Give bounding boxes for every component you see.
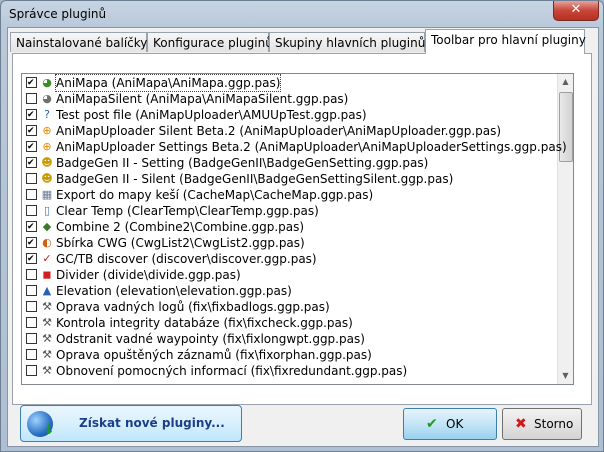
plugin-label: GC/TB discover (discover\discover.ggp.pa… xyxy=(56,252,317,266)
plugin-label: AniMapUploader Silent Beta.2 (AniMapUplo… xyxy=(56,124,502,138)
plugin-list-item[interactable]: ◕ AniMapaSilent (AniMapa\AniMapaSilent.gg… xyxy=(22,91,552,107)
plugin-label: Sbírka CWG (CwgList2\CwgList2.ggp.pas) xyxy=(56,236,305,250)
divider-icon: ◼ xyxy=(42,268,52,281)
elevation-icon: ▲ xyxy=(42,284,52,297)
plugin-checkbox[interactable] xyxy=(26,221,37,232)
plugin-list-item[interactable]: ☻ BadgeGen II - Silent (BadgeGenII\BadgeG… xyxy=(22,171,552,187)
badge-icon: ☻ xyxy=(41,156,53,169)
plugin-list-item[interactable]: ◼ Divider (divide\divide.ggp.pas) xyxy=(22,267,552,283)
plugin-list-item[interactable]: ⚒ Oprava opuštěných záznamů (fix\fixorpha… xyxy=(22,347,552,363)
plugin-label: AniMapa (AniMapa\AniMapa.ggp.pas) xyxy=(54,74,282,92)
download-arrow-icon: ↓ xyxy=(43,422,55,438)
plugin-label: Oprava opuštěných záznamů (fix\fixorphan… xyxy=(56,348,372,362)
tab-plugin-configuration[interactable]: Konfigurace pluginů xyxy=(147,32,273,52)
plugin-checkbox[interactable] xyxy=(26,333,37,344)
plugin-checkbox[interactable] xyxy=(26,317,37,328)
plugin-label: BadgeGen II - Setting (BadgeGenII\BadgeG… xyxy=(56,156,429,170)
plugin-checkbox[interactable] xyxy=(26,157,37,168)
help-icon: ? xyxy=(44,108,50,121)
plugin-list-item[interactable]: ? Test post file (AniMapUploader\AMUUpTes… xyxy=(22,107,552,123)
upload-icon: ⊕ xyxy=(42,140,52,153)
plugin-checkbox[interactable] xyxy=(26,365,37,376)
plugin-checkbox[interactable] xyxy=(26,93,37,104)
discover-icon: ✓ xyxy=(42,252,52,265)
tab-main-plugin-toolbar[interactable]: Toolbar pro hlavní pluginy xyxy=(425,29,586,54)
plugin-checkbox[interactable] xyxy=(26,237,37,248)
plugin-label: Test post file (AniMapUploader\AMUUpTest… xyxy=(56,108,367,122)
plugin-checkbox[interactable] xyxy=(26,253,37,264)
dialog-body: Nainstalované balíčky Konfigurace plugin… xyxy=(7,27,599,447)
plugin-list-item[interactable]: ⊕ AniMapUploader Silent Beta.2 (AniMapUpl… xyxy=(22,123,552,139)
globe-icon: ◕ xyxy=(42,76,52,89)
wrench-icon: ⚒ xyxy=(42,364,52,377)
plugin-label: BadgeGen II - Silent (BadgeGenII\BadgeGe… xyxy=(56,172,454,186)
plugin-list-item[interactable]: ◕AniMapa (AniMapa\AniMapa.ggp.pas) xyxy=(22,74,552,92)
tab-main-plugin-groups[interactable]: Skupiny hlavních pluginů xyxy=(269,32,425,52)
plugin-checkbox[interactable] xyxy=(26,269,37,280)
check-icon: ✔ xyxy=(426,416,438,432)
plugin-checkbox[interactable] xyxy=(26,141,37,152)
plugin-checkbox[interactable] xyxy=(26,173,37,184)
tab-installed-packages[interactable]: Nainstalované balíčky xyxy=(10,32,147,52)
clear-icon: ▯ xyxy=(43,204,51,217)
plugin-checkbox[interactable] xyxy=(26,77,37,88)
plugin-list-item[interactable]: ⊕ AniMapUploader Settings Beta.2 (AniMapU… xyxy=(22,139,567,155)
plugin-checkbox[interactable] xyxy=(26,349,37,360)
plugin-manager-window: Správce pluginů ✕ Nainstalované balíčky … xyxy=(0,0,604,452)
plugin-checkbox[interactable] xyxy=(26,109,37,120)
plugin-list-item[interactable]: ⚒ Odstranit vadné waypointy (fix\fixlongw… xyxy=(22,331,552,347)
plugin-label: Obnovení pomocných informací (fix\fixred… xyxy=(56,364,408,378)
plugin-list-item[interactable]: ▦ Export do mapy keší (CacheMap\CacheMap.… xyxy=(22,187,552,203)
plugin-list-item[interactable]: ◆ Combine 2 (Combine2\Combine.ggp.pas) xyxy=(22,219,552,235)
wrench-icon: ⚒ xyxy=(42,348,52,361)
map-icon: ▦ xyxy=(41,188,53,201)
plugin-label: Clear Temp (ClearTemp\ClearTemp.ggp.pas) xyxy=(56,204,319,218)
combine-icon: ◆ xyxy=(42,220,52,233)
plugin-list-item[interactable]: ⚒ Oprava vadných logů (fix\fixbadlogs.ggp… xyxy=(22,299,552,315)
wrench-icon: ⚒ xyxy=(42,300,52,313)
upload-icon: ⊕ xyxy=(42,124,52,137)
globe-grey-icon: ◕ xyxy=(42,92,52,105)
plugin-label: AniMapUploader Settings Beta.2 (AniMapUp… xyxy=(56,140,567,154)
plugin-checkbox[interactable] xyxy=(26,205,37,216)
plugin-label: Divider (divide\divide.ggp.pas) xyxy=(56,268,241,282)
plugin-label: AniMapaSilent (AniMapa\AniMapaSilent.ggp… xyxy=(56,92,349,106)
plugin-checkbox[interactable] xyxy=(26,301,37,312)
plugin-checkbox[interactable] xyxy=(26,285,37,296)
title-bar[interactable]: Správce pluginů ✕ xyxy=(1,1,603,27)
get-new-plugins-button[interactable]: ↓ Získat nové pluginy... xyxy=(20,405,242,442)
tab-panel: ▲ ▼ ◕AniMapa (AniMapa\AniMapa.ggp.pas)◕A… xyxy=(12,53,592,405)
plugin-label: Oprava vadných logů (fix\fixbadlogs.ggp.… xyxy=(56,300,330,314)
plugin-label: Odstranit vadné waypointy (fix\fixlongwp… xyxy=(56,332,365,346)
plugin-list-item[interactable]: ☻BadgeGen II - Setting (BadgeGenII\Badge… xyxy=(22,155,552,171)
plugin-checklist[interactable]: ▲ ▼ ◕AniMapa (AniMapa\AniMapa.ggp.pas)◕A… xyxy=(21,73,574,385)
plugin-list-item[interactable]: ⚒ Obnovení pomocných informací (fix\fixre… xyxy=(22,363,552,379)
cancel-button[interactable]: ✖ Storno xyxy=(502,408,582,440)
badge-icon: ☻ xyxy=(41,172,53,185)
wrench-icon: ⚒ xyxy=(42,316,52,329)
close-button[interactable]: ✕ xyxy=(553,1,599,21)
plugin-checkbox[interactable] xyxy=(26,125,37,136)
scroll-up-icon[interactable]: ▲ xyxy=(558,74,573,90)
plugin-label: Export do mapy keší (CacheMap\CacheMap.g… xyxy=(56,188,374,202)
scroll-down-icon[interactable]: ▼ xyxy=(558,368,573,384)
close-icon: ✕ xyxy=(570,2,582,17)
cross-icon: ✖ xyxy=(515,416,527,432)
plugin-list-item[interactable]: ⚒ Kontrola integrity databáze (fix\fixche… xyxy=(22,315,552,331)
plugin-list-item[interactable]: ◐ Sbírka CWG (CwgList2\CwgList2.ggp.pas) xyxy=(22,235,552,251)
plugin-checkbox[interactable] xyxy=(26,189,37,200)
plugin-list-item[interactable]: ▯ Clear Temp (ClearTemp\ClearTemp.ggp.pas… xyxy=(22,203,552,219)
plugin-list-item[interactable]: ▲ Elevation (elevation\elevation.ggp.pas) xyxy=(22,283,552,299)
collection-icon: ◐ xyxy=(42,236,52,249)
plugin-list-item[interactable]: ✓ GC/TB discover (discover\discover.ggp.p… xyxy=(22,251,552,267)
plugin-label: Elevation (elevation\elevation.ggp.pas) xyxy=(56,284,292,298)
vertical-scrollbar[interactable]: ▲ ▼ xyxy=(557,74,573,384)
wrench-icon: ⚒ xyxy=(42,332,52,345)
plugin-label: Kontrola integrity databáze (fix\fixchec… xyxy=(56,316,353,330)
ok-button[interactable]: ✔ OK xyxy=(403,408,497,440)
window-title: Správce pluginů xyxy=(9,7,107,21)
plugin-label: Combine 2 (Combine2\Combine.ggp.pas) xyxy=(56,220,305,234)
